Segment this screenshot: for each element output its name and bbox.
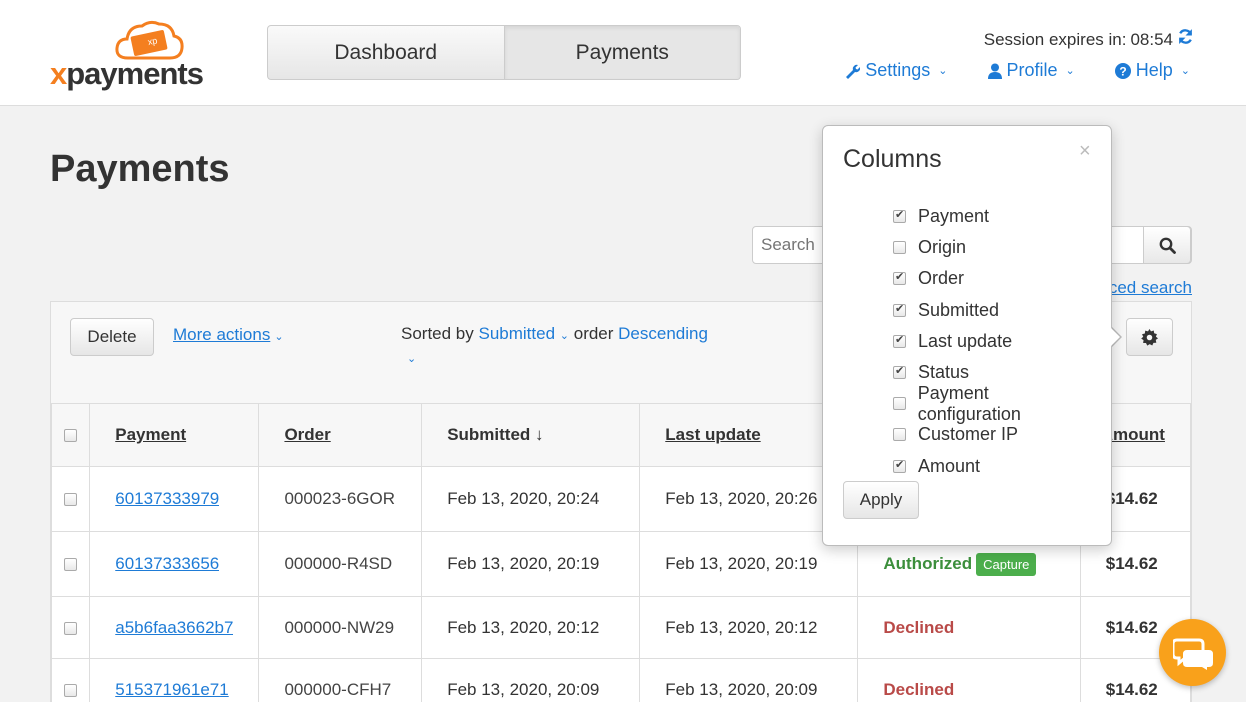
column-checkbox[interactable] [893,458,906,473]
column-checkbox[interactable] [893,270,906,286]
row-checkbox[interactable] [64,683,78,697]
status-badge: Declined [883,617,955,637]
more-actions-link[interactable]: More actions ⌄ [173,325,284,345]
column-option-last-update[interactable]: Last update [893,326,1093,357]
payment-link[interactable]: a5b6faa3662b7 [115,618,233,638]
row-checkbox[interactable] [64,493,78,507]
refresh-icon[interactable] [1177,28,1194,51]
xpayments-logo[interactable]: xp xpayments [50,18,220,91]
settings-menu[interactable]: Settings ⌄ [844,60,948,81]
top-nav: Settings ⌄ Profile ⌄ ? Help ⌄ [844,60,1190,81]
header-order[interactable]: Order [258,403,423,467]
last-update-date: Feb 13, 2020, 20:12 [639,596,859,659]
column-option-submitted[interactable]: Submitted [893,295,1093,326]
question-icon: ? [1114,62,1131,79]
sorted-by-dropdown[interactable]: Submitted ⌄ [479,324,570,343]
settings-label: Settings [865,60,931,80]
submitted-date: Feb 13, 2020, 20:09 [421,658,641,702]
submitted-date: Feb 13, 2020, 20:12 [421,596,641,659]
last-update-date: Feb 13, 2020, 20:09 [639,658,859,702]
help-label: Help [1135,60,1173,80]
tab-payments[interactable]: Payments [503,26,740,79]
columns-list: Payment Origin Order Submitted Last upda… [893,201,1093,482]
order-id: 000023-6GOR [284,489,396,508]
sorted-by-value: Submitted [478,324,556,343]
header-submitted[interactable]: Submitted ↓ [421,403,641,467]
sort-controls: Sorted by Submitted ⌄ order Descending [401,324,708,344]
popover-arrow-inner [1110,327,1120,347]
payment-link[interactable]: 60137333656 [115,554,219,574]
status-badge: Authorized [883,553,973,573]
order-label: order [573,324,614,343]
header-payment[interactable]: Payment [89,403,260,467]
order-id: 000000-R4SD [284,554,393,573]
row-checkbox[interactable] [64,621,78,635]
gear-icon [1141,328,1158,346]
sorted-by-label: Sorted by [401,324,474,343]
session-time: 08:54 [1130,29,1173,49]
column-checkbox[interactable] [893,364,906,380]
more-actions-label: More actions [173,325,271,344]
order-id: 000000-CFH7 [284,679,392,699]
chevron-down-icon: ⌄ [938,65,948,77]
chevron-down-icon: ⌄ [1180,65,1190,77]
profile-label: Profile [1006,60,1058,80]
session-timer: Session expires in: 08:54 [984,28,1194,51]
column-checkbox[interactable] [893,428,906,442]
advanced-search-link[interactable]: ced search [1109,278,1192,298]
order-id: 000000-NW29 [284,617,395,637]
order-dropdown[interactable]: Descending [618,324,708,343]
column-option-payment[interactable]: Payment [893,201,1093,232]
search-button[interactable] [1143,226,1191,264]
table-row: a5b6faa3662b7 000000-NW29 Feb 13, 2020, … [50,596,1192,659]
column-checkbox[interactable] [893,302,906,317]
wrench-icon [846,64,861,79]
column-option-order[interactable]: Order [893,263,1093,294]
help-menu[interactable]: ? Help ⌄ [1114,60,1190,81]
status-badge: Declined [883,679,955,699]
column-option-origin[interactable]: Origin [893,232,1093,263]
search-icon [1159,237,1176,254]
delete-button[interactable]: Delete [70,318,154,356]
main-tabs: Dashboard Payments [267,25,741,80]
submitted-date: Feb 13, 2020, 20:19 [421,531,641,597]
popover-title: Columns [843,145,942,173]
profile-menu[interactable]: Profile ⌄ [987,60,1075,81]
chevron-down-icon: ⌄ [1065,65,1075,77]
tab-dashboard[interactable]: Dashboard [268,26,504,79]
svg-text:xp: xp [147,35,158,47]
page-title: Payments [50,148,230,190]
payment-link[interactable]: 515371961e71 [115,680,228,700]
column-option-amount[interactable]: Amount [893,451,1093,482]
submitted-date: Feb 13, 2020, 20:24 [421,466,641,532]
chevron-down-icon: ⌄ [559,330,569,342]
chat-bubbles-icon [1172,638,1213,670]
column-checkbox[interactable] [893,333,906,348]
chevron-down-icon[interactable]: ⌄ [407,352,416,365]
chat-widget-button[interactable] [1159,619,1226,686]
user-icon [987,63,1002,79]
table-row: 515371961e71 000000-CFH7 Feb 13, 2020, 2… [50,658,1192,702]
column-checkbox[interactable] [893,208,906,224]
svg-text:?: ? [1119,64,1126,78]
apply-button[interactable]: Apply [843,481,919,519]
session-label: Session expires in: [983,29,1127,49]
row-checkbox[interactable] [64,558,78,572]
status-cell: Declined [857,658,1081,702]
column-option-payment-configuration[interactable]: Payment configuration [893,383,1093,424]
header: xp xpayments Dashboard Payments Session … [0,0,1246,106]
status-cell: Declined [857,596,1081,659]
payment-link[interactable]: 60137333979 [115,489,219,509]
logo-wordmark: xpayments [50,56,204,91]
select-all-cell [50,403,91,467]
column-checkbox[interactable] [893,241,906,255]
chevron-down-icon: ⌄ [274,331,284,343]
select-all-checkbox[interactable] [64,429,78,443]
column-checkbox[interactable] [893,397,906,411]
columns-popover: Columns × Payment Origin Order Submitted… [822,125,1112,546]
columns-settings-button[interactable] [1126,318,1173,356]
close-icon[interactable]: × [1079,140,1091,163]
capture-button[interactable]: Capture [976,552,1037,576]
